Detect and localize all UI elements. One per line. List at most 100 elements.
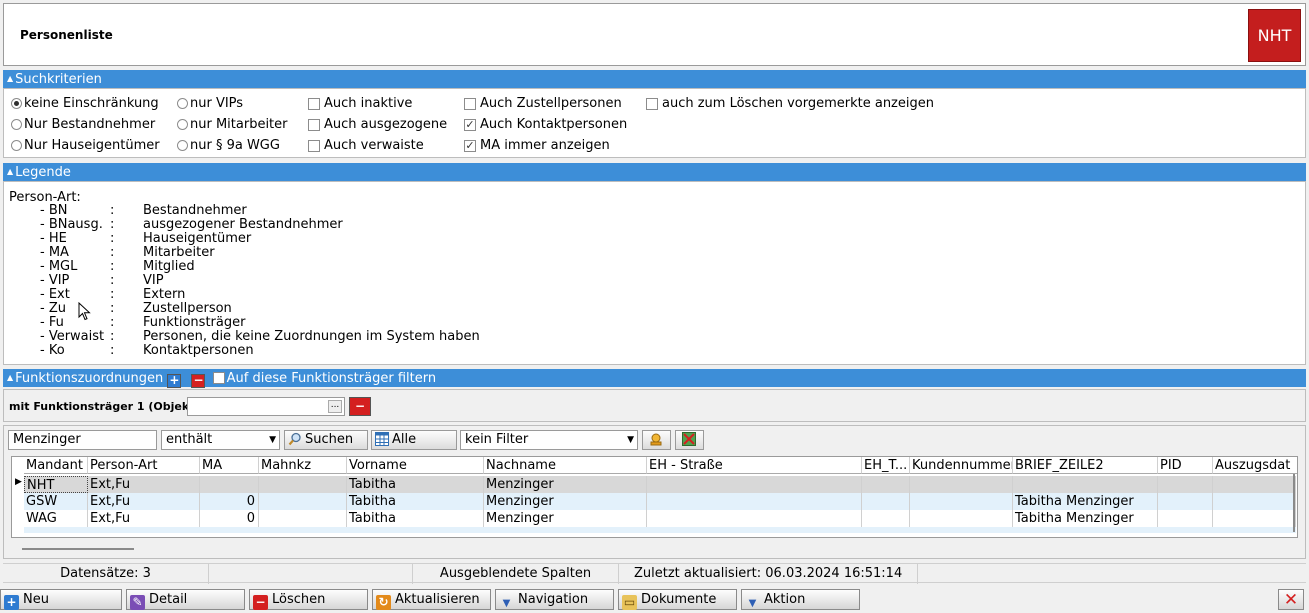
delete-button[interactable]: − Löschen — [249, 589, 368, 610]
operator-select[interactable]: enthält ▼ — [161, 430, 280, 450]
column-header[interactable]: Mahnkz — [259, 457, 347, 474]
cell-street[interactable] — [647, 510, 862, 527]
cell-mahnkz[interactable] — [259, 493, 347, 510]
checkbox-checked-icon[interactable]: ✓ — [464, 139, 476, 152]
cell-pid[interactable] — [1158, 493, 1213, 510]
cell-pid[interactable] — [1158, 510, 1213, 527]
action-dropdown[interactable]: ▼ Aktion — [741, 589, 860, 610]
cell-pid[interactable] — [1158, 476, 1213, 493]
radio-icon[interactable] — [177, 119, 188, 130]
radio-icon[interactable] — [177, 140, 188, 151]
add-function-button[interactable]: + — [167, 374, 182, 388]
cell-eh-t[interactable] — [862, 493, 910, 510]
radio-icon[interactable] — [11, 140, 22, 151]
cell-letter-line2[interactable] — [1013, 476, 1158, 493]
hidden-columns-link[interactable]: Ausgeblendete Spalten — [413, 564, 619, 584]
cell-letter-line2[interactable]: Tabitha Menzinger — [1013, 493, 1158, 510]
cell-mandant[interactable]: NHT — [24, 476, 88, 493]
cell-customer-number[interactable] — [910, 510, 1013, 527]
cell-letter-line2[interactable]: Tabitha Menzinger — [1013, 510, 1158, 527]
checkbox-icon[interactable] — [308, 97, 320, 110]
column-header[interactable]: Kundennummer — [910, 457, 1013, 474]
column-header[interactable]: EH_T... — [862, 457, 910, 474]
documents-dropdown[interactable]: ▭ Dokumente — [618, 589, 737, 610]
check-always-show-ma[interactable]: ✓ MA immer anzeigen — [464, 138, 610, 153]
cell-person-type[interactable]: Ext,Fu — [88, 476, 200, 493]
clear-filter-button[interactable] — [675, 430, 704, 450]
cell-last-name[interactable]: Menzinger — [484, 476, 647, 493]
check-marked-for-deletion[interactable]: auch zum Löschen vorgemerkte anzeigen — [646, 96, 934, 111]
table-row[interactable]: GSW Ext,Fu 0 Tabitha Menzinger Tabitha M… — [24, 493, 1296, 510]
section-function-assignments[interactable]: ▲ Funktionszuordnungen + − Auf diese Funk… — [3, 369, 1306, 388]
cell-mahnkz[interactable] — [259, 476, 347, 493]
cell-street[interactable] — [647, 476, 862, 493]
cell-mandant[interactable]: GSW — [24, 493, 88, 510]
column-header[interactable]: Person-Art — [88, 457, 200, 474]
cell-eh-t[interactable] — [862, 510, 910, 527]
checkbox-icon[interactable] — [308, 139, 320, 152]
cell-last-name[interactable]: Menzinger — [484, 510, 647, 527]
cell-first-name[interactable]: Tabitha — [347, 493, 484, 510]
remove-function-button[interactable]: − — [191, 374, 206, 388]
collapse-triangle-icon[interactable]: ▲ — [7, 163, 13, 181]
column-header[interactable]: Mandant — [24, 457, 88, 474]
cell-eh-t[interactable] — [862, 476, 910, 493]
column-header[interactable]: BRIEF_ZEILE2 — [1013, 457, 1158, 474]
cell-last-name[interactable]: Menzinger — [484, 493, 647, 510]
horizontal-scrollbar[interactable] — [22, 548, 134, 550]
table-row[interactable]: WAG Ext,Fu 0 Tabitha Menzinger Tabitha M… — [24, 510, 1296, 527]
cell-ma[interactable] — [200, 476, 259, 493]
radio-icon[interactable] — [11, 98, 22, 109]
cell-move-out-date[interactable] — [1213, 476, 1296, 493]
checkbox-icon[interactable] — [646, 97, 658, 110]
check-contact-persons[interactable]: ✓ Auch Kontaktpersonen — [464, 117, 627, 132]
filter-functions-checkbox[interactable] — [212, 372, 225, 384]
filter-select[interactable]: kein Filter ▼ — [460, 430, 638, 450]
section-legend[interactable]: ▲ Legende — [3, 163, 1306, 181]
refresh-button[interactable]: ↻ Aktualisieren — [372, 589, 491, 610]
cell-customer-number[interactable] — [910, 476, 1013, 493]
radio-only-vips[interactable]: nur VIPs — [177, 96, 243, 111]
vertical-scrollbar[interactable] — [1293, 474, 1295, 532]
radio-icon[interactable] — [177, 98, 188, 109]
column-header[interactable]: MA — [200, 457, 259, 474]
cell-mahnkz[interactable] — [259, 510, 347, 527]
cell-customer-number[interactable] — [910, 493, 1013, 510]
cell-mandant[interactable]: WAG — [24, 510, 88, 527]
radio-only-tenants[interactable]: Nur Bestandnehmer — [11, 117, 155, 132]
check-moved-out[interactable]: Auch ausgezogene — [308, 117, 447, 132]
radio-no-restriction[interactable]: keine Einschränkung — [11, 96, 159, 111]
navigation-dropdown[interactable]: ▼ Navigation — [495, 589, 614, 610]
cell-ma[interactable]: 0 — [200, 510, 259, 527]
column-header[interactable]: EH - Straße — [647, 457, 862, 474]
checkbox-icon[interactable] — [464, 97, 476, 110]
search-input[interactable]: Menzinger — [8, 430, 157, 450]
search-button[interactable]: Suchen — [284, 430, 368, 450]
filter-edit-button[interactable] — [642, 430, 671, 450]
check-inactive[interactable]: Auch inaktive — [308, 96, 412, 111]
radio-icon[interactable] — [11, 119, 22, 130]
checkbox-icon[interactable] — [308, 118, 320, 131]
clear-function-button[interactable]: − — [349, 397, 371, 416]
radio-only-9a-wgg[interactable]: nur § 9a WGG — [177, 138, 280, 153]
section-search-criteria[interactable]: ▲ Suchkriterien — [3, 70, 1306, 88]
collapse-triangle-icon[interactable]: ▲ — [7, 369, 13, 387]
close-button[interactable]: ✕ — [1278, 589, 1304, 610]
cell-move-out-date[interactable] — [1213, 510, 1296, 527]
checkbox-checked-icon[interactable]: ✓ — [464, 118, 476, 131]
new-button[interactable]: + Neu — [0, 589, 122, 610]
column-header[interactable]: Nachname — [484, 457, 647, 474]
cell-ma[interactable]: 0 — [200, 493, 259, 510]
cell-person-type[interactable]: Ext,Fu — [88, 493, 200, 510]
all-button[interactable]: Alle — [371, 430, 457, 450]
browse-button[interactable]: ... — [328, 400, 342, 413]
table-row[interactable]: NHT Ext,Fu Tabitha Menzinger — [24, 476, 1296, 493]
function-field-input[interactable]: ... — [187, 397, 345, 416]
radio-only-owners[interactable]: Nur Hauseigentümer — [11, 138, 160, 153]
cell-move-out-date[interactable] — [1213, 493, 1296, 510]
column-header[interactable]: PID — [1158, 457, 1213, 474]
cell-first-name[interactable]: Tabitha — [347, 510, 484, 527]
check-delivery-persons[interactable]: Auch Zustellpersonen — [464, 96, 622, 111]
radio-only-employees[interactable]: nur Mitarbeiter — [177, 117, 288, 132]
cell-first-name[interactable]: Tabitha — [347, 476, 484, 493]
